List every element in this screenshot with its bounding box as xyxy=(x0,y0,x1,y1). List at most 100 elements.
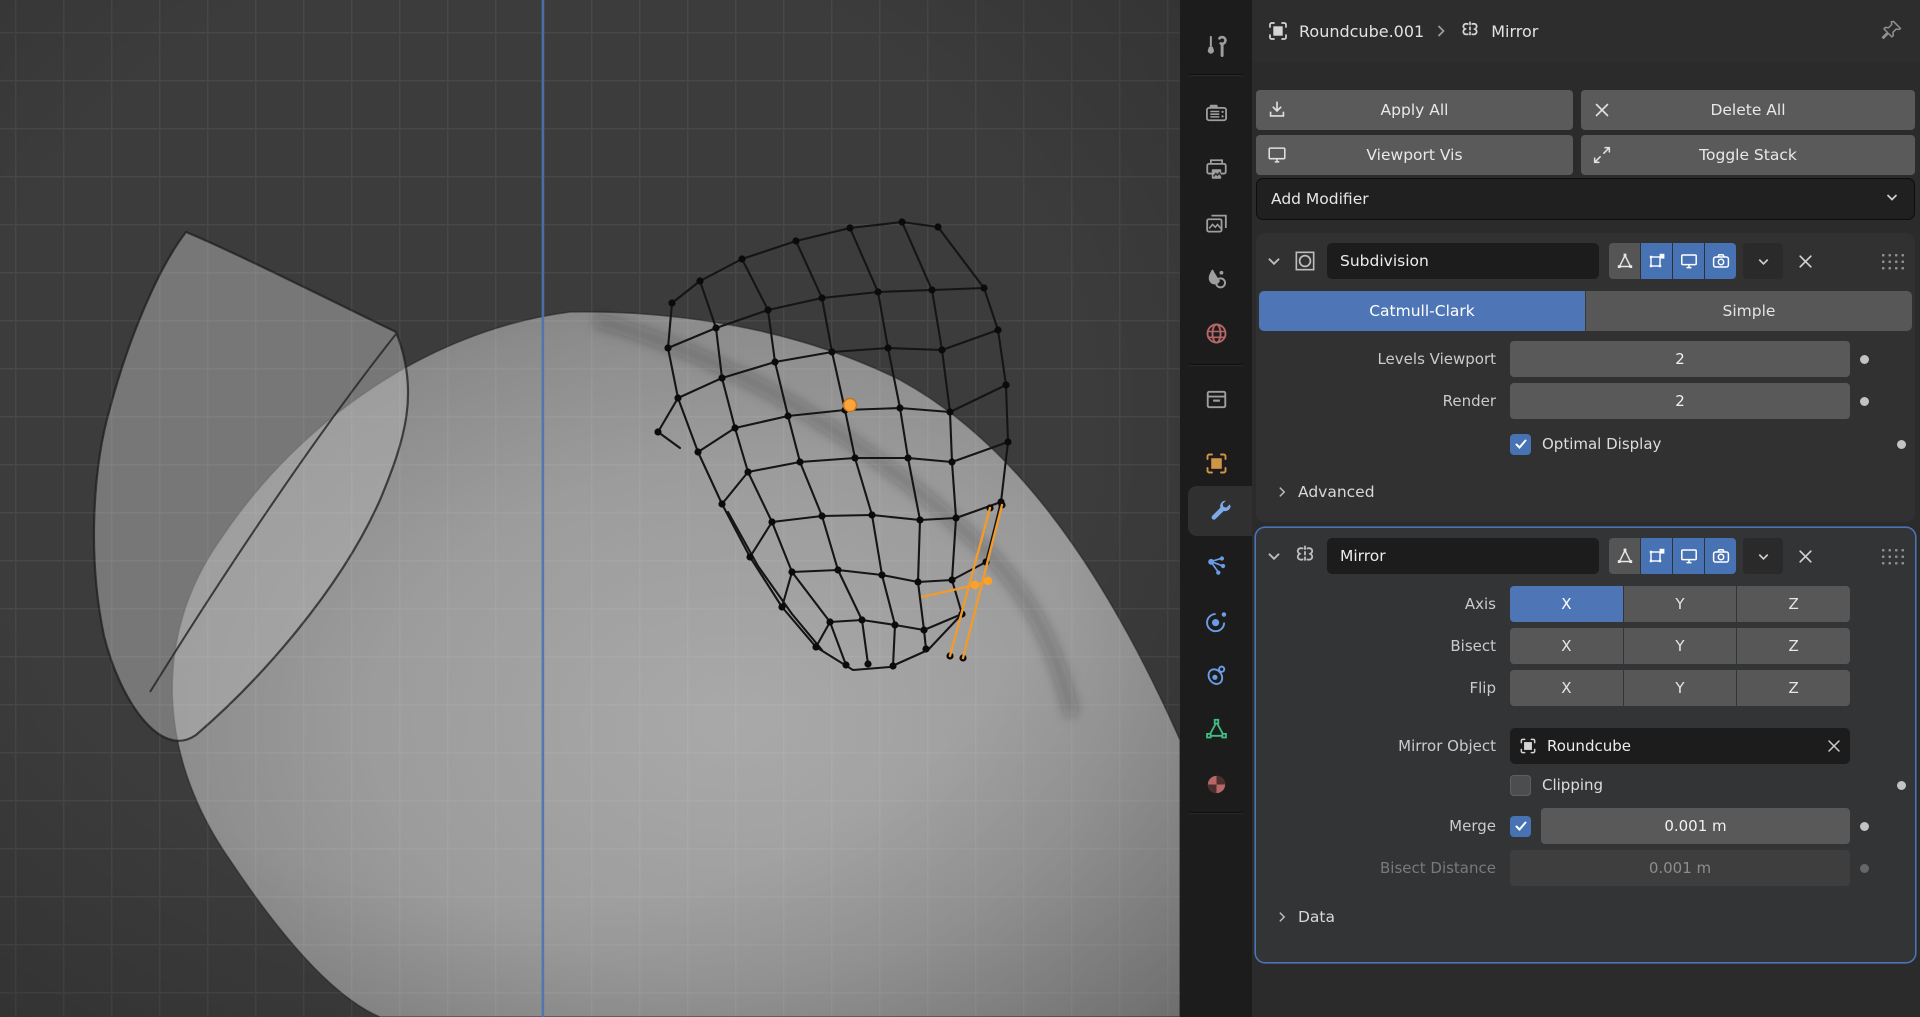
tab-separator xyxy=(1189,74,1243,76)
clear-object-icon[interactable] xyxy=(1826,738,1842,754)
edit-mode-display-toggle[interactable] xyxy=(1609,538,1640,574)
tab-render[interactable] xyxy=(1180,88,1252,138)
particles-icon xyxy=(1207,555,1225,575)
bisect-distance-slider: 0.001 m xyxy=(1510,850,1850,886)
animate-decorator[interactable] xyxy=(1896,780,1906,790)
tab-collection[interactable] xyxy=(1180,374,1252,424)
axis-z-button[interactable]: Z xyxy=(1737,586,1850,622)
levels-viewport-row: Levels Viewport 2 xyxy=(1256,341,1915,377)
viewport-vis-button[interactable]: Viewport Vis xyxy=(1256,135,1573,175)
mirror-object-field[interactable]: Roundcube xyxy=(1510,728,1850,764)
viewport-vignette xyxy=(0,0,1180,1017)
delete-all-button[interactable]: Delete All xyxy=(1581,90,1915,130)
flip-y-button[interactable]: Y xyxy=(1623,670,1737,706)
3d-viewport[interactable] xyxy=(0,0,1180,1017)
render-label: Render xyxy=(1442,392,1496,410)
tab-material[interactable] xyxy=(1180,759,1252,809)
tab-output[interactable] xyxy=(1180,144,1252,194)
add-modifier-dropdown[interactable]: Add Modifier xyxy=(1256,178,1915,220)
physics-icon xyxy=(1205,611,1226,632)
edit-mode-display-toggle[interactable] xyxy=(1609,243,1640,279)
tab-particles[interactable] xyxy=(1180,541,1252,591)
remove-modifier-button[interactable] xyxy=(1790,243,1820,279)
tab-constraints[interactable] xyxy=(1180,650,1252,700)
breadcrumb-object-name[interactable]: Roundcube.001 xyxy=(1299,22,1424,41)
clipping-checkbox[interactable] xyxy=(1510,774,1531,796)
subdivision-display-toggles xyxy=(1609,243,1736,279)
modifier-name-field[interactable]: Mirror xyxy=(1327,538,1599,574)
remove-modifier-button[interactable] xyxy=(1790,538,1820,574)
tab-object[interactable] xyxy=(1180,438,1252,488)
flip-x-button[interactable]: X xyxy=(1510,670,1623,706)
data-label: Data xyxy=(1298,908,1336,926)
tab-world[interactable] xyxy=(1180,308,1252,358)
on-cage-toggle[interactable] xyxy=(1641,243,1672,279)
toggle-stack-button[interactable]: Toggle Stack xyxy=(1581,135,1915,175)
clipping-label: Clipping xyxy=(1542,776,1604,794)
levels-viewport-slider[interactable]: 2 xyxy=(1510,341,1850,377)
mirror-panel-header[interactable]: Mirror xyxy=(1256,528,1915,576)
tab-modifiers-active[interactable] xyxy=(1188,486,1252,536)
animate-decorator[interactable] xyxy=(1859,396,1869,406)
subdivision-panel-header[interactable]: Subdivision xyxy=(1256,233,1915,281)
bisect-label: Bisect xyxy=(1450,637,1496,655)
drag-handle[interactable] xyxy=(1880,251,1906,271)
expand-chevron-icon[interactable] xyxy=(1265,252,1283,270)
on-cage-toggle[interactable] xyxy=(1641,538,1672,574)
advanced-subpanel-header[interactable]: Advanced xyxy=(1256,475,1915,509)
tab-object-data[interactable] xyxy=(1180,704,1252,754)
optimal-display-checkbox[interactable] xyxy=(1510,433,1531,455)
constraints-icon xyxy=(1207,665,1225,685)
object-icon xyxy=(1206,453,1226,473)
show-in-render-toggle[interactable] xyxy=(1705,243,1736,279)
show-in-viewport-toggle[interactable] xyxy=(1673,538,1704,574)
tab-tool[interactable] xyxy=(1180,21,1252,71)
mirror-object-value: Roundcube xyxy=(1547,737,1631,755)
breadcrumb-modifier-name[interactable]: Mirror xyxy=(1491,22,1538,41)
animate-decorator[interactable] xyxy=(1859,821,1869,831)
tab-physics[interactable] xyxy=(1180,596,1252,646)
subdivision-type-icon xyxy=(1290,246,1320,276)
merge-checkbox[interactable] xyxy=(1510,815,1531,837)
drag-handle[interactable] xyxy=(1880,546,1906,566)
modifier-extras-menu-button[interactable] xyxy=(1743,243,1783,279)
axis-x-button[interactable]: X xyxy=(1510,586,1623,622)
cage-vertex-icon xyxy=(1649,253,1664,268)
chevron-down-icon xyxy=(1758,258,1768,265)
check-icon xyxy=(1515,821,1526,831)
close-icon xyxy=(1798,254,1812,268)
bisect-distance-row: Bisect Distance 0.001 m xyxy=(1256,850,1915,886)
tab-view-layer[interactable] xyxy=(1180,198,1252,248)
axis-y-button[interactable]: Y xyxy=(1623,586,1737,622)
simple-button[interactable]: Simple xyxy=(1585,291,1912,331)
render-levels-slider[interactable]: 2 xyxy=(1510,383,1850,419)
modifier-name-field[interactable]: Subdivision xyxy=(1327,243,1599,279)
animate-decorator[interactable] xyxy=(1896,439,1906,449)
show-in-viewport-toggle[interactable] xyxy=(1673,243,1704,279)
apply-all-button[interactable]: Apply All xyxy=(1256,90,1573,130)
pin-icon[interactable] xyxy=(1878,18,1904,44)
catmull-clark-button[interactable]: Catmull-Clark xyxy=(1259,291,1585,331)
material-icon xyxy=(1207,775,1225,793)
subdivision-type-segmented: Catmull-Clark Simple xyxy=(1259,291,1912,331)
show-in-render-toggle[interactable] xyxy=(1705,538,1736,574)
close-icon xyxy=(1798,549,1812,563)
check-icon xyxy=(1515,439,1526,449)
modifier-extras-menu-button[interactable] xyxy=(1743,538,1783,574)
data-subpanel-header[interactable]: Data xyxy=(1256,900,1915,934)
flip-z-button[interactable]: Z xyxy=(1737,670,1850,706)
mirror-object-row: Mirror Object Roundcube xyxy=(1256,728,1915,764)
bisect-y-button[interactable]: Y xyxy=(1623,628,1737,664)
breadcrumb: Roundcube.001 Mirror xyxy=(1252,0,1920,62)
flip-toggle-group: X Y Z xyxy=(1510,670,1850,706)
x-icon xyxy=(1595,103,1609,117)
bisect-x-button[interactable]: X xyxy=(1510,628,1623,664)
bisect-row: Bisect X Y Z xyxy=(1256,628,1915,664)
animate-decorator[interactable] xyxy=(1859,354,1869,364)
bisect-z-button[interactable]: Z xyxy=(1737,628,1850,664)
render-levels-row: Render 2 xyxy=(1256,383,1915,419)
tab-scene[interactable] xyxy=(1180,254,1252,304)
object-icon xyxy=(1269,22,1287,40)
merge-threshold-slider[interactable]: 0.001 m xyxy=(1541,808,1850,844)
expand-chevron-icon[interactable] xyxy=(1265,547,1283,565)
